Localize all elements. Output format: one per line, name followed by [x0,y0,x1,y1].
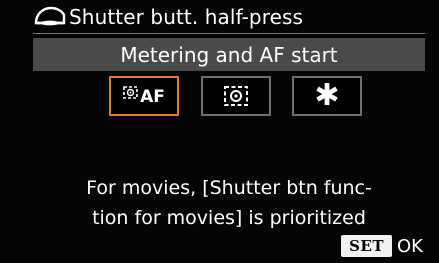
set-badge: SET [341,235,393,257]
option-metering-af-button[interactable]: AF [109,76,179,116]
af-glyph-text: AF [140,87,165,107]
metering-icon [224,86,248,106]
movie-priority-note: For movies, [Shutter btn func- tion for … [33,173,425,233]
menu-header: Shutter butt. half-press [33,2,303,32]
header-divider [33,33,425,34]
note-line-2: tion for movies] is prioritized [92,207,366,229]
selected-setting-label: Metering and AF start [120,42,338,67]
menu-title: Shutter butt. half-press [69,5,304,29]
camera-menu-screen: Shutter butt. half-press Metering and AF… [0,0,439,263]
camera-shutter-button-icon [34,6,66,26]
set-ok-button[interactable]: SET OK [341,234,423,258]
ok-label: OK [397,235,423,257]
asterisk-icon: ✱ [314,78,340,113]
option-disable-button[interactable]: ✱ [292,76,362,116]
note-line-1: For movies, [Shutter btn func- [86,177,372,199]
metering-af-icon: AF [123,86,165,106]
option-metering-only-button[interactable] [201,76,271,116]
selected-setting-band: Metering and AF start [33,38,425,71]
